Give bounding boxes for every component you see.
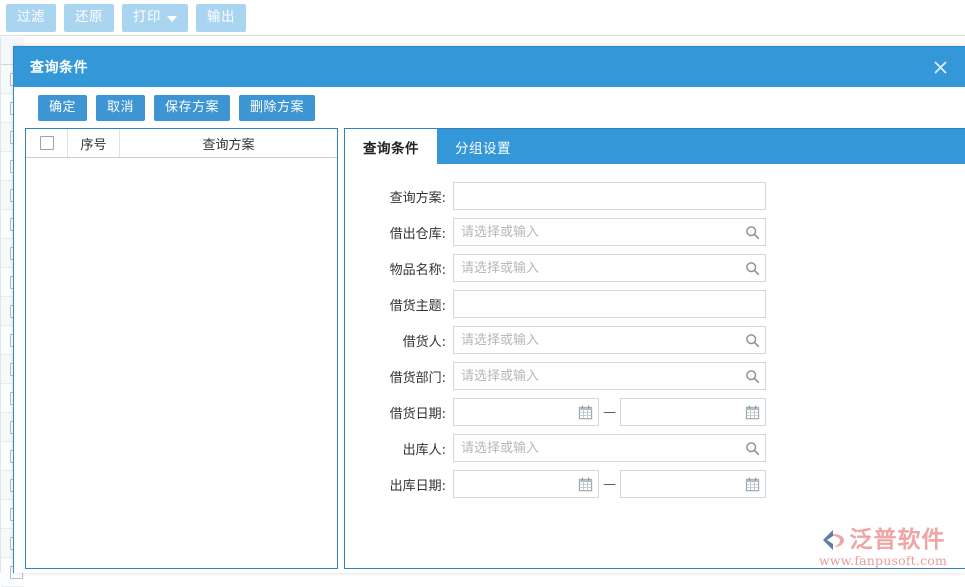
outbound-date-field-end [620,470,766,498]
item-name-field-label: 物品名称: [345,259,453,278]
query-conditions-dialog: 查询条件 确定取消保存方案删除方案 序号 查询方案 查询条件分组设置 [13,46,965,573]
borrow-subject-field-input[interactable] [453,290,766,318]
borrower-field-label: 借货人: [345,331,453,350]
item-name-field-row: 物品名称: [345,253,965,283]
lending-warehouse-field [453,218,766,246]
outbound-person-field-label: 出库人: [345,439,453,458]
scheme-list-body[interactable] [26,158,337,568]
filter-button[interactable]: 过滤 [6,4,56,32]
tab-group-settings[interactable]: 分组设置 [437,129,529,164]
select-all-checkbox[interactable] [40,136,54,150]
search-icon[interactable] [744,260,760,276]
print-button[interactable]: 打印 [122,4,188,32]
cancel-button[interactable]: 取消 [96,95,145,121]
borrow-subject-field [453,290,766,318]
item-name-field-input[interactable] [453,254,766,282]
search-icon[interactable] [744,224,760,240]
conditions-tab-panel: 查询条件分组设置 查询方案: 借出仓库: 物品名称: 借货主题: 借货人: 借货部门: 借货… [344,128,965,569]
calendar-icon[interactable] [577,404,593,420]
borrow-department-field [453,362,766,390]
borrower-field-input[interactable] [453,326,766,354]
outbound-date-field-label: 出库日期: [345,475,453,494]
fanpusoft-watermark: 泛普软件 www.fanpusoft.com [817,528,949,568]
lending-warehouse-field-input[interactable] [453,218,766,246]
date-range-separator: — [599,405,620,420]
borrow-date-field: — [453,398,766,426]
query-scheme-field-label: 查询方案: [345,187,453,206]
borrower-field-row: 借货人: [345,325,965,355]
dialog-body: 序号 查询方案 查询条件分组设置 查询方案: 借出仓库: 物品名称: 借货主题: 借货人… [14,128,965,574]
scheme-header-name: 查询方案 [120,129,337,157]
query-conditions-form: 查询方案: 借出仓库: 物品名称: 借货主题: 借货人: 借货部门: 借货日期: — 出库人: 出… [345,164,965,499]
dialog-header: 查询条件 [14,47,965,87]
toolbar-button-label: 打印 [133,11,161,25]
calendar-icon[interactable] [744,476,760,492]
close-icon[interactable] [929,56,951,78]
delete-scheme-button[interactable]: 删除方案 [239,95,315,121]
save-scheme-button[interactable]: 保存方案 [154,95,230,121]
query-scheme-field-row: 查询方案: [345,181,965,211]
lending-warehouse-field-label: 借出仓库: [345,223,453,242]
outbound-date-field: — [453,470,766,498]
borrow-department-field-label: 借货部门: [345,367,453,386]
dialog-action-bar: 确定取消保存方案删除方案 [14,87,965,128]
watermark-url: www.fanpusoft.com [817,553,949,568]
toolbar-button-label: 输出 [207,11,235,25]
borrow-date-field-start [453,398,599,426]
item-name-field [453,254,766,282]
confirm-button[interactable]: 确定 [38,95,87,121]
borrow-department-field-row: 借货部门: [345,361,965,391]
toolbar-button-label: 还原 [75,11,103,25]
query-scheme-field [453,182,766,210]
watermark-brand: 泛普软件 [850,529,946,552]
outbound-person-field-input[interactable] [453,434,766,462]
outbound-date-field-start [453,470,599,498]
search-icon[interactable] [744,332,760,348]
page-toolbar: 过滤 还原 打印 输出 [0,0,965,36]
tab-query-conditions[interactable]: 查询条件 [345,129,437,164]
dialog-title: 查询条件 [30,57,88,77]
fanpu-logo-icon [821,528,847,552]
borrow-date-field-row: 借货日期: — [345,397,965,427]
borrow-subject-field-label: 借货主题: [345,295,453,314]
scheme-table-header: 序号 查询方案 [26,129,337,158]
toolbar-button-label: 过滤 [17,11,45,25]
scheme-header-checkbox-cell [26,129,68,157]
chevron-down-icon [167,16,177,22]
lending-warehouse-field-row: 借出仓库: [345,217,965,247]
borrow-date-field-end [620,398,766,426]
tab-bar: 查询条件分组设置 [345,129,965,164]
date-range-separator: — [599,477,620,492]
borrower-field [453,326,766,354]
outbound-date-field-row: 出库日期: — [345,469,965,499]
calendar-icon[interactable] [744,404,760,420]
export-button[interactable]: 输出 [196,4,246,32]
watermark-brand-row: 泛普软件 [817,528,949,552]
outbound-person-field [453,434,766,462]
borrow-subject-field-row: 借货主题: [345,289,965,319]
borrow-department-field-input[interactable] [453,362,766,390]
search-icon[interactable] [744,440,760,456]
search-icon[interactable] [744,368,760,384]
query-scheme-field-input[interactable] [453,182,766,210]
scheme-list-panel: 序号 查询方案 [25,128,338,569]
scheme-header-index: 序号 [68,129,120,157]
reset-button[interactable]: 还原 [64,4,114,32]
outbound-person-field-row: 出库人: [345,433,965,463]
borrow-date-field-label: 借货日期: [345,403,453,422]
calendar-icon[interactable] [577,476,593,492]
